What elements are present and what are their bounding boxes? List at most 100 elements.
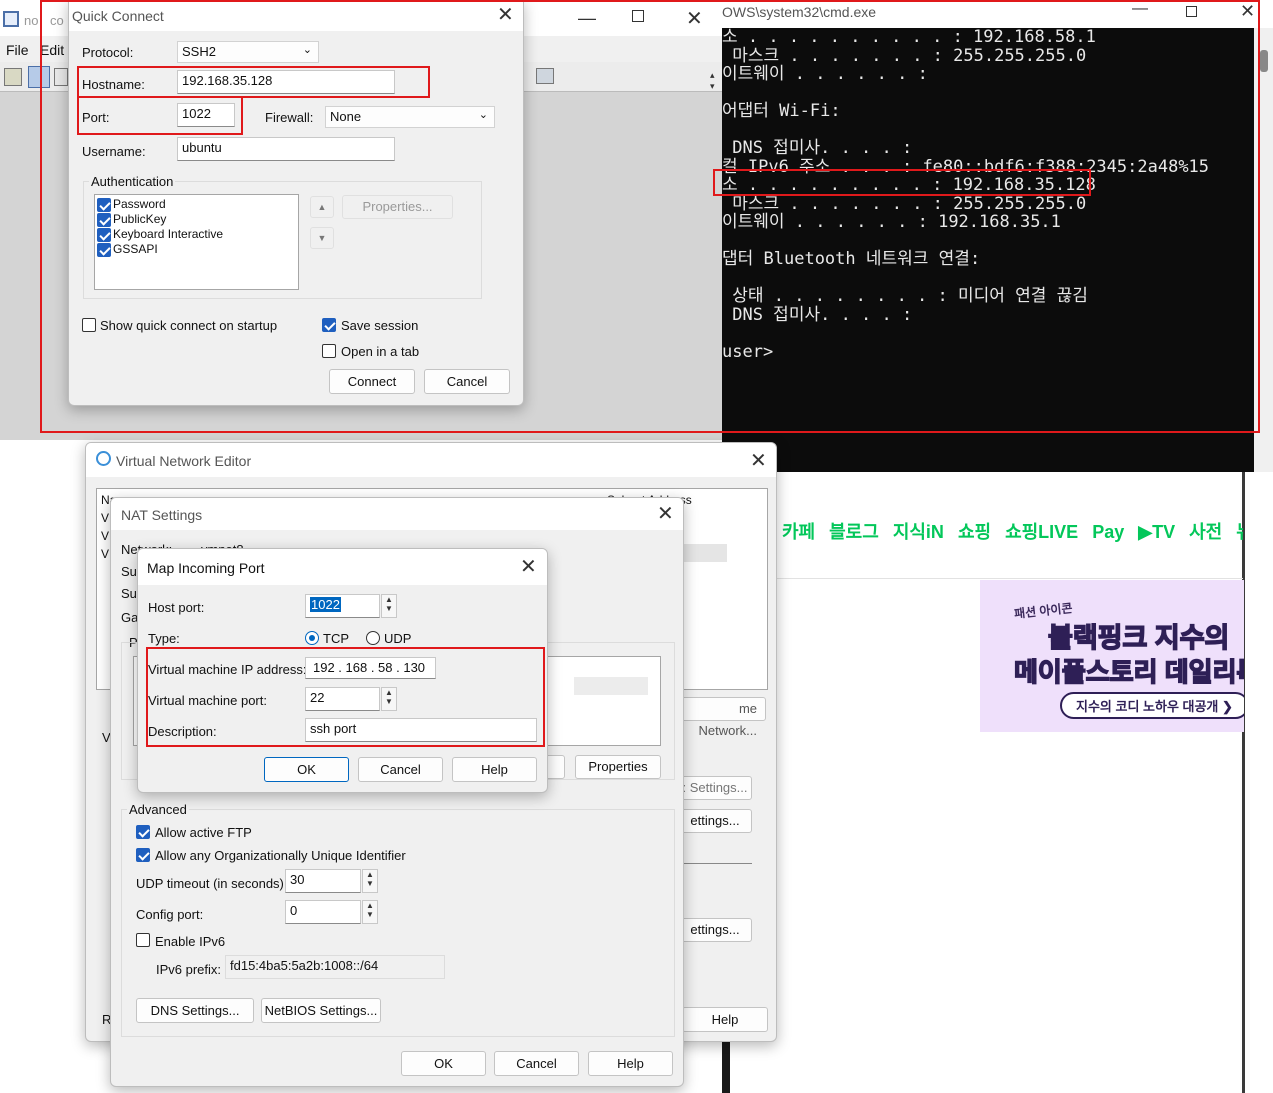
move-up-button[interactable]: ▲ bbox=[310, 196, 334, 218]
enable-ipv6-checkbox[interactable] bbox=[136, 933, 150, 947]
username-input[interactable]: ubuntu bbox=[177, 137, 395, 161]
toolbar-image-icon[interactable] bbox=[536, 68, 554, 84]
config-port-input[interactable]: 0 bbox=[285, 900, 361, 924]
vne-help-button[interactable]: Help bbox=[682, 1007, 768, 1032]
allow-ftp-checkbox[interactable] bbox=[136, 825, 150, 839]
toolbar-quick-connect-icon[interactable] bbox=[28, 66, 50, 88]
nat-help-button[interactable]: Help bbox=[588, 1051, 673, 1076]
description-input[interactable]: ssh port bbox=[305, 718, 537, 742]
port-input[interactable]: 1022 bbox=[177, 103, 235, 127]
map-cancel-button[interactable]: Cancel bbox=[358, 757, 443, 782]
rename-network-button[interactable]: me Network... bbox=[678, 697, 766, 738]
hostname-input[interactable]: 192.168.35.128 bbox=[177, 70, 395, 94]
port-label: Port: bbox=[82, 110, 110, 125]
cmd-maximize-icon[interactable] bbox=[1186, 6, 1197, 17]
toolbar-tab-icon[interactable] bbox=[54, 68, 68, 86]
cmd-output[interactable]: 소 . . . . . . . . . . : 192.168.58.1 마스크… bbox=[722, 28, 1254, 468]
menu-file[interactable]: File bbox=[6, 42, 29, 58]
port-forward-row[interactable] bbox=[574, 677, 648, 695]
netbios-settings-button[interactable]: NetBIOS Settings... bbox=[261, 998, 381, 1023]
tcp-radio[interactable] bbox=[305, 631, 319, 645]
host-port-stepper[interactable]: ▲ ▼ bbox=[381, 594, 397, 618]
username-label: Username: bbox=[82, 144, 146, 159]
allow-oui-checkbox[interactable] bbox=[136, 848, 150, 862]
vm-ip-input[interactable]: 192 . 168 . 58 . 130 bbox=[305, 657, 436, 679]
cmd-scroll-thumb[interactable] bbox=[1260, 50, 1268, 72]
cmd-line: 상태 . . . . . . . . : 미디어 연결 끊김 bbox=[722, 286, 1088, 306]
map-ok-button[interactable]: OK bbox=[264, 757, 349, 782]
toolbar-scroll-icon[interactable]: ▴ ▾ bbox=[710, 70, 715, 92]
qc-close-icon[interactable]: ✕ bbox=[497, 5, 514, 25]
naver-nav-item[interactable]: 사전 bbox=[1189, 522, 1222, 542]
save-session-checkbox[interactable] bbox=[322, 318, 336, 332]
cancel-button[interactable]: Cancel bbox=[424, 369, 510, 394]
cmd-line: user> bbox=[722, 341, 774, 362]
naver-nav-item[interactable]: Pay bbox=[1092, 522, 1124, 542]
open-in-tab-checkbox[interactable] bbox=[322, 344, 336, 358]
maximize-icon[interactable] bbox=[632, 10, 644, 22]
firewall-select[interactable]: None ⌄ bbox=[325, 106, 495, 128]
map-close-icon[interactable]: ✕ bbox=[520, 557, 537, 577]
naver-nav-item[interactable]: 뉴스 bbox=[1236, 522, 1243, 542]
naver-nav-item[interactable]: 쇼핑 bbox=[958, 522, 991, 542]
auth-password-checkbox[interactable] bbox=[97, 198, 111, 212]
show-startup-label: Show quick connect on startup bbox=[100, 318, 278, 333]
auth-method-list[interactable]: Password PublicKey Keyboard Interactive … bbox=[94, 194, 299, 290]
cmd-scrollbar[interactable] bbox=[1254, 28, 1273, 472]
nav-divider bbox=[777, 578, 1243, 579]
naver-nav-item[interactable]: 지식iN bbox=[893, 522, 944, 542]
host-port-input[interactable]: 1022 bbox=[305, 594, 380, 618]
nat-properties-button[interactable]: Properties bbox=[575, 755, 661, 779]
close-icon[interactable]: ✕ bbox=[686, 6, 703, 31]
udp-radio[interactable] bbox=[366, 631, 380, 645]
udp-timeout-stepper[interactable]: ▲ ▼ bbox=[362, 869, 378, 893]
auth-keyboard-checkbox[interactable] bbox=[97, 228, 111, 242]
cmd-line: 컬 IPv6 주소 . . . : fe80::bdf6:f388:2345:2… bbox=[722, 156, 1210, 177]
cmd-minimize-icon[interactable]: — bbox=[1132, 0, 1148, 18]
ipv6-prefix-input[interactable]: fd15:4ba5:5a2b:1008::/64 bbox=[225, 955, 445, 979]
config-port-stepper[interactable]: ▲ ▼ bbox=[362, 900, 378, 924]
ipv6-prefix-label: IPv6 prefix: bbox=[156, 962, 222, 977]
menu-edit[interactable]: Edit bbox=[40, 42, 64, 58]
cmd-line: DNS 접미사. . . . : bbox=[722, 304, 913, 325]
naver-nav-item[interactable]: 블로그 bbox=[829, 522, 879, 542]
nat-ok-button[interactable]: OK bbox=[401, 1051, 486, 1076]
config-port-label: Config port: bbox=[136, 907, 204, 922]
dhcp-settings-button[interactable]: ettings... bbox=[678, 918, 752, 942]
minimize-icon[interactable]: — bbox=[578, 8, 596, 29]
nat-settings-button[interactable]: : Settings... bbox=[678, 776, 752, 800]
udp-timeout-input[interactable]: 30 bbox=[285, 869, 361, 893]
nat-cancel-button[interactable]: Cancel bbox=[494, 1051, 579, 1076]
protocol-select[interactable]: SSH2 ⌄ bbox=[177, 41, 319, 63]
naver-nav-item[interactable]: ▶TV bbox=[1138, 522, 1175, 542]
chevron-down-icon: ⌄ bbox=[478, 109, 488, 121]
naver-nav-item[interactable]: 쇼핑LIVE bbox=[1005, 522, 1078, 542]
nat-title: NAT Settings bbox=[121, 507, 203, 523]
settings-button[interactable]: ettings... bbox=[678, 809, 752, 833]
cmd-line bbox=[722, 232, 1254, 251]
toolbar-connect-icon[interactable] bbox=[4, 68, 22, 86]
cmd-close-icon[interactable]: ✕ bbox=[1240, 1, 1255, 22]
cmd-line bbox=[722, 269, 1254, 288]
properties-button[interactable]: Properties... bbox=[342, 195, 453, 219]
ad-cta-button[interactable]: 지수의 코디 노하우 대공개 ❯ bbox=[1060, 692, 1244, 719]
show-startup-checkbox[interactable] bbox=[82, 318, 96, 332]
vm-port-label: Virtual machine port: bbox=[148, 693, 267, 708]
vm-port-input[interactable]: 22 bbox=[305, 687, 380, 711]
nat-close-icon[interactable]: ✕ bbox=[657, 504, 674, 524]
map-help-button[interactable]: Help bbox=[452, 757, 537, 782]
naver-nav-item[interactable]: 카페 bbox=[782, 522, 815, 542]
vne-close-icon[interactable]: ✕ bbox=[750, 451, 767, 471]
chevron-down-icon: ⌄ bbox=[302, 44, 312, 56]
ad-banner[interactable]: 패션 아이콘 블랙핑크 지수의 메이플스토리 데일리룩 지수의 코디 노하우 대… bbox=[980, 580, 1244, 732]
auth-gssapi-checkbox[interactable] bbox=[97, 243, 111, 257]
vne-divider bbox=[678, 863, 752, 864]
auth-password-label: Password bbox=[113, 197, 166, 211]
ad-line-1: 블랙핑크 지수의 bbox=[1047, 622, 1230, 654]
dns-settings-button[interactable]: DNS Settings... bbox=[136, 998, 254, 1023]
browser-divider bbox=[1242, 472, 1245, 1093]
auth-publickey-checkbox[interactable] bbox=[97, 213, 111, 227]
vm-port-stepper[interactable]: ▲ ▼ bbox=[381, 687, 397, 711]
connect-button[interactable]: Connect bbox=[329, 369, 415, 394]
move-down-button[interactable]: ▼ bbox=[310, 227, 334, 249]
